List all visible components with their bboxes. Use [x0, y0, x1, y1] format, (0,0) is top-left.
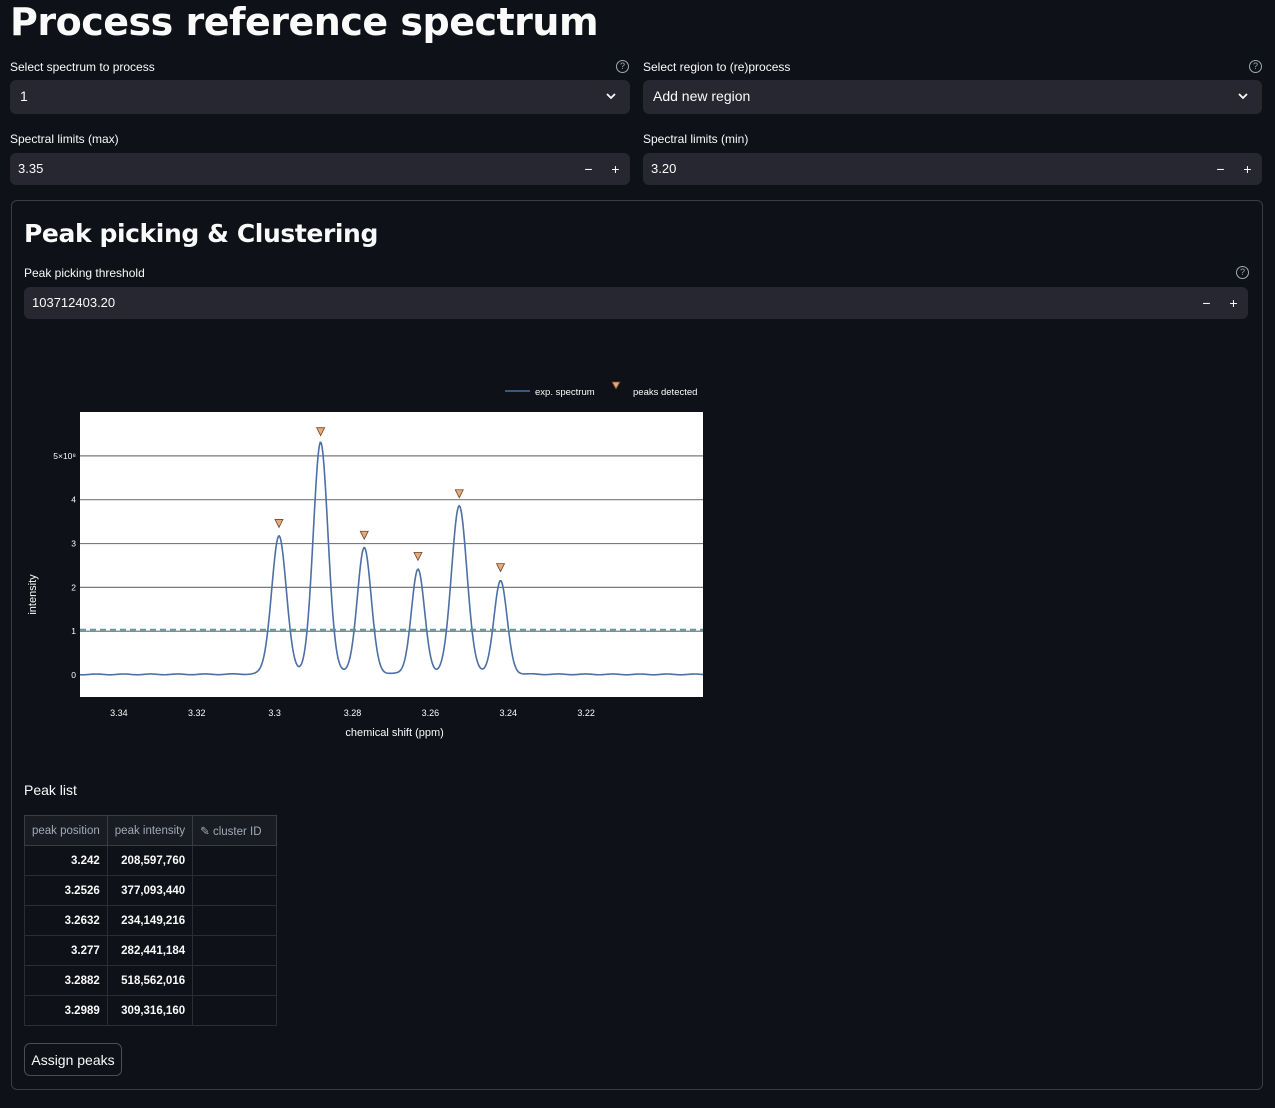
spectrum-select-value: 1: [20, 88, 28, 104]
limit-min-label: Spectral limits (min): [643, 132, 749, 146]
edit-column-icon: ✎: [200, 825, 213, 838]
spectrum-chart[interactable]: 0 1 2 3 4 5×10⁸ 3.34 3.32 3.3 3.28 3.26 3.24 3.22 che…: [20, 375, 720, 750]
table-cell[interactable]: 3.2632: [24, 905, 108, 936]
table-cell[interactable]: 282,441,184: [106, 935, 194, 966]
threshold-input[interactable]: 103712403.20 − +: [24, 287, 1248, 319]
column-header[interactable]: ✎ cluster ID: [192, 815, 278, 846]
table-cell[interactable]: [192, 845, 278, 876]
y-tick-label: 0: [71, 670, 76, 680]
x-axis-label: chemical shift (ppm): [345, 727, 443, 739]
chevron-down-icon: [1238, 93, 1248, 100]
peak-list-title: Peak list: [24, 782, 77, 798]
table-cell[interactable]: 309,316,160: [106, 995, 194, 1026]
decrement-button[interactable]: −: [1207, 153, 1234, 185]
section-title: Peak picking & Clustering: [24, 219, 378, 248]
plot-area: [80, 412, 703, 697]
region-select-label: Select region to (re)process: [643, 60, 791, 74]
table-row[interactable]: 3.277 282,441,184: [24, 935, 278, 966]
threshold-value[interactable]: 103712403.20: [32, 295, 115, 310]
region-select-value: Add new region: [653, 88, 751, 104]
limit-max-label: Spectral limits (max): [10, 132, 119, 146]
table-cell[interactable]: 208,597,760: [106, 845, 194, 876]
table-cell[interactable]: 3.2526: [24, 875, 108, 906]
table-cell[interactable]: [192, 965, 278, 996]
x-tick-label: 3.26: [422, 708, 440, 718]
column-header[interactable]: peak position: [24, 815, 108, 846]
table-cell[interactable]: 3.2882: [24, 965, 108, 996]
spectrum-select-label: Select spectrum to process: [10, 60, 155, 74]
table-cell[interactable]: [192, 995, 278, 1026]
column-header[interactable]: peak intensity: [106, 815, 194, 846]
table-row[interactable]: 3.2989 309,316,160: [24, 995, 278, 1026]
table-cell[interactable]: 518,562,016: [106, 965, 194, 996]
x-tick-label: 3.22: [577, 708, 595, 718]
threshold-label: Peak picking threshold: [24, 266, 145, 280]
decrement-button[interactable]: −: [575, 153, 602, 185]
table-cell[interactable]: 3.242: [24, 845, 108, 876]
y-tick-label: 4: [71, 495, 76, 505]
y-tick-label: 1: [71, 626, 76, 636]
x-tick-label: 3.3: [268, 708, 281, 718]
table-cell[interactable]: 234,149,216: [106, 905, 194, 936]
y-tick-label: 2: [71, 582, 76, 592]
table-row[interactable]: 3.242 208,597,760: [24, 845, 278, 876]
legend-label: exp. spectrum: [535, 387, 595, 398]
increment-button[interactable]: +: [1234, 153, 1261, 185]
limit-max-input[interactable]: 3.35 − +: [10, 153, 630, 185]
spectrum-select[interactable]: 1: [10, 80, 630, 114]
increment-button[interactable]: +: [1220, 287, 1247, 319]
y-tick-label: 3: [71, 539, 76, 549]
x-tick-label: 3.24: [500, 708, 518, 718]
table-row[interactable]: 3.2526 377,093,440: [24, 875, 278, 906]
legend-marker-swatch: [611, 381, 621, 390]
page-title: Process reference spectrum: [10, 0, 599, 44]
table-cell[interactable]: 377,093,440: [106, 875, 194, 906]
peak-list-table[interactable]: peak position peak intensity ✎ cluster I…: [24, 815, 278, 1026]
x-tick-label: 3.32: [188, 708, 206, 718]
table-row[interactable]: 3.2882 518,562,016: [24, 965, 278, 996]
table-cell[interactable]: 3.277: [24, 935, 108, 966]
assign-peaks-button[interactable]: Assign peaks: [24, 1043, 122, 1076]
limit-min-input[interactable]: 3.20 − +: [643, 153, 1262, 185]
legend-label: peaks detected: [633, 387, 697, 398]
table-row[interactable]: 3.2632 234,149,216: [24, 905, 278, 936]
x-tick-label: 3.34: [110, 708, 128, 718]
y-axis-label: intensity: [27, 574, 39, 615]
y-tick-label: 5×10⁸: [53, 451, 76, 461]
chevron-down-icon: [606, 93, 616, 100]
table-cell[interactable]: [192, 935, 278, 966]
column-header-label: cluster ID: [212, 825, 262, 838]
limit-min-value[interactable]: 3.20: [651, 161, 676, 176]
decrement-button[interactable]: −: [1193, 287, 1220, 319]
increment-button[interactable]: +: [602, 153, 629, 185]
help-circle-icon[interactable]: ?: [1236, 266, 1249, 279]
table-cell[interactable]: 3.2989: [24, 995, 108, 1026]
limit-max-value[interactable]: 3.35: [18, 161, 43, 176]
table-cell[interactable]: [192, 875, 278, 906]
x-tick-label: 3.28: [344, 708, 362, 718]
table-cell[interactable]: [192, 905, 278, 936]
help-circle-icon[interactable]: ?: [616, 60, 629, 73]
region-select[interactable]: Add new region: [643, 80, 1262, 114]
help-circle-icon[interactable]: ?: [1249, 60, 1262, 73]
